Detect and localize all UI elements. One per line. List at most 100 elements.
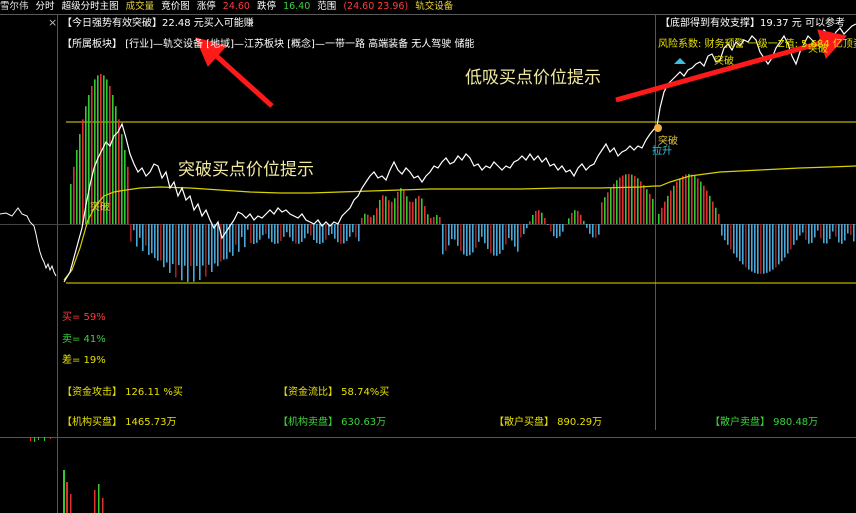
flow-bar — [754, 224, 756, 273]
flow-bar — [301, 224, 303, 242]
flow-bar — [181, 224, 183, 281]
right-panel-title: 【底部得到有效支撑】19.37 元 可以参考 — [660, 18, 845, 29]
flow-bar — [496, 224, 498, 256]
flow-bar — [79, 134, 81, 224]
top-sell-label: 突破 — [808, 44, 828, 55]
flow-bar — [715, 207, 717, 224]
flow-bar — [334, 224, 336, 239]
flow-bar — [784, 224, 786, 258]
flow-bar — [766, 224, 768, 273]
flow-bar — [121, 134, 123, 224]
flow-bar — [826, 224, 828, 244]
flow-bar — [541, 212, 543, 224]
diff-ratio: 差= 19% — [62, 355, 106, 366]
flow-bar — [514, 224, 516, 247]
flow-bar — [82, 119, 84, 224]
flow-bar — [697, 178, 699, 224]
flow-bar — [739, 224, 741, 262]
flow-bar — [379, 199, 381, 224]
flow-bar — [853, 224, 855, 242]
flow-bar — [469, 224, 471, 256]
flow-bar — [568, 218, 570, 224]
flow-bar — [769, 224, 771, 272]
flow-bar — [418, 195, 420, 224]
flow-bar — [490, 224, 492, 254]
flow-bar — [229, 224, 231, 253]
flow-bar — [259, 224, 261, 240]
flow-bar — [472, 224, 474, 253]
flow-bar — [724, 224, 726, 241]
flow-bar — [241, 224, 243, 238]
flow-bar — [694, 175, 696, 224]
flow-bar — [388, 200, 390, 224]
flow-bar — [601, 202, 603, 224]
flow-bar — [115, 106, 117, 224]
flow-bar — [637, 178, 639, 224]
intraday-chart[interactable] — [0, 0, 856, 513]
flow-bar — [265, 224, 267, 234]
flow-bar — [382, 195, 384, 224]
flow-bar — [403, 190, 405, 224]
flow-bar — [415, 198, 417, 224]
flow-bar — [592, 224, 594, 238]
flow-bar — [307, 224, 309, 234]
flow-bar — [670, 190, 672, 224]
flow-bar — [256, 224, 258, 243]
flow-bar — [547, 224, 549, 225]
flow-bar — [457, 224, 459, 246]
flow-bar — [466, 224, 468, 256]
flow-bar — [538, 210, 540, 224]
flow-bar — [124, 150, 126, 224]
flow-bar — [598, 224, 600, 235]
flow-bar — [745, 224, 747, 268]
flow-bar — [358, 224, 360, 242]
flow-bar — [295, 224, 297, 244]
flow-bar — [394, 198, 396, 224]
flow-bar — [400, 188, 402, 224]
flow-bar — [169, 224, 171, 273]
flow-bar — [148, 224, 150, 255]
flow-bar — [565, 224, 567, 226]
flow-bar — [814, 224, 816, 238]
flow-bar — [157, 224, 159, 261]
flow-bar — [571, 212, 573, 224]
flow-bar — [607, 192, 609, 224]
capital-flow-ratio: 【资金流比】 58.74%买 — [278, 387, 390, 398]
flow-bar — [727, 224, 729, 245]
flow-bar — [145, 224, 147, 246]
flow-bar — [838, 224, 840, 243]
flow-bar — [406, 196, 408, 224]
flow-bar — [274, 224, 276, 244]
flow-bar — [811, 224, 813, 243]
flow-bar — [76, 150, 78, 224]
flow-bar — [487, 224, 489, 249]
flow-bar — [352, 224, 354, 233]
flow-bar — [757, 224, 759, 274]
flow-bar — [625, 174, 627, 224]
flow-bar — [421, 198, 423, 224]
flow-bar — [781, 224, 783, 262]
flow-bar — [247, 224, 249, 230]
flow-bar — [679, 178, 681, 224]
flow-bar — [175, 224, 177, 278]
volume-bars — [30, 437, 104, 513]
flow-bar — [481, 224, 483, 237]
flow-bar — [427, 214, 429, 224]
sector-tag: 【所属板块】 — [62, 39, 122, 50]
diamond-marker — [674, 58, 686, 64]
flow-bar — [250, 224, 252, 243]
flow-bar — [430, 218, 432, 224]
flow-bar — [325, 224, 327, 240]
flow-bar — [463, 224, 465, 255]
pull-up-marker — [654, 124, 662, 132]
flow-bar — [847, 224, 849, 234]
flow-bar — [283, 224, 285, 237]
close-panel-button[interactable]: × — [48, 16, 57, 29]
flow-bar — [559, 224, 561, 237]
flow-bar — [790, 224, 792, 250]
flow-bar — [475, 224, 477, 248]
flow-bar — [649, 193, 651, 224]
flow-bar — [70, 184, 72, 224]
flow-bar — [223, 224, 225, 260]
flow-bar — [190, 224, 192, 267]
